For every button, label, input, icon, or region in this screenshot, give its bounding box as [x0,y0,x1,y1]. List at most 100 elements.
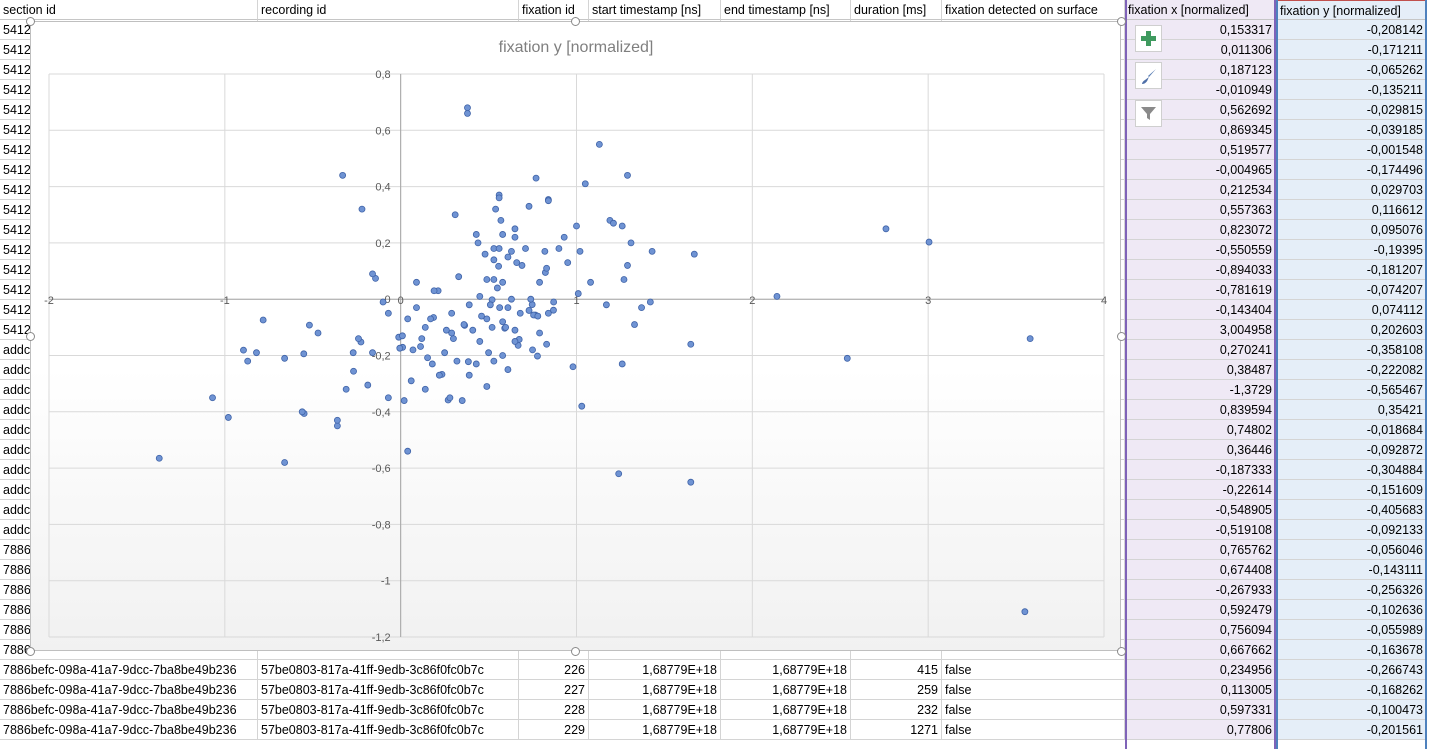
table-cell-g[interactable]: false [942,720,1125,740]
data-point[interactable] [504,304,512,312]
data-point[interactable] [495,262,503,270]
data-point[interactable] [646,298,654,306]
table-cell-y[interactable]: -0,056046 [1276,540,1427,560]
data-point[interactable] [474,239,482,247]
table-cell-a[interactable]: 7886befc-098a-41a7-9dcc-7ba8be49b236 [0,720,258,740]
table-cell-e[interactable]: 1,68779E+18 [721,720,851,740]
table-cell-f[interactable]: 232 [851,700,942,720]
data-point[interactable] [355,335,362,343]
data-point[interactable] [306,321,313,329]
table-cell-x[interactable]: 0,667662 [1125,640,1276,660]
data-point[interactable] [358,205,366,213]
data-point[interactable] [490,357,498,365]
table-cell-y[interactable]: -0,092872 [1276,440,1427,460]
data-point[interactable] [624,262,631,269]
data-point[interactable] [555,245,563,252]
data-point[interactable] [534,312,542,320]
table-cell-y[interactable]: -0,135211 [1276,80,1427,100]
table-cell-a[interactable]: 7886befc-098a-41a7-9dcc-7ba8be49b236 [0,660,258,680]
data-point[interactable] [543,340,551,348]
data-point[interactable] [427,315,434,323]
table-cell-g[interactable]: false [942,660,1125,680]
data-point[interactable] [587,278,594,286]
table-cell-b[interactable]: 57be0803-817a-41ff-9edb-3c86f0fc0b7c [258,720,519,740]
data-point[interactable] [495,245,503,252]
data-point[interactable] [573,222,580,230]
data-point[interactable] [493,284,501,292]
data-point[interactable] [543,264,551,272]
table-cell-y[interactable]: 0,35421 [1276,400,1427,420]
table-cell-y[interactable]: -0,065262 [1276,60,1427,80]
chart-elements-button[interactable] [1135,25,1162,52]
table-cell-x[interactable]: 0,765762 [1125,540,1276,560]
data-point[interactable] [504,253,512,261]
data-point[interactable] [511,338,519,345]
data-point[interactable] [441,349,449,357]
data-point[interactable] [464,104,471,112]
table-cell-y[interactable]: -0,092133 [1276,520,1427,540]
data-point[interactable] [399,332,406,340]
data-point[interactable] [448,309,456,317]
resize-handle-top-left[interactable] [26,17,35,26]
table-cell-y[interactable]: 0,029703 [1276,180,1427,200]
table-cell-f[interactable]: 1271 [851,720,942,740]
data-point[interactable] [522,245,529,252]
table-cell-f[interactable]: 415 [851,660,942,680]
data-point[interactable] [925,238,933,246]
data-point[interactable] [407,377,415,385]
data-point[interactable] [209,394,216,402]
data-point[interactable] [560,233,568,241]
data-point[interactable] [396,344,404,352]
data-point[interactable] [624,171,631,179]
data-point[interactable] [511,233,519,241]
table-cell-y[interactable]: -0,039185 [1276,120,1427,140]
data-point[interactable] [511,326,519,334]
data-point[interactable] [527,295,535,303]
table-cell-g[interactable]: false [942,680,1125,700]
table-cell-d[interactable]: 1,68779E+18 [589,720,721,740]
data-point[interactable] [490,256,498,264]
table-cell-y[interactable]: -0,100473 [1276,700,1427,720]
data-point[interactable] [333,416,341,424]
data-point[interactable] [541,247,549,255]
data-point[interactable] [364,381,372,389]
data-point[interactable] [413,278,420,286]
data-point[interactable] [384,394,392,402]
table-cell-b[interactable]: 57be0803-817a-41ff-9edb-3c86f0fc0b7c [258,680,519,700]
data-point[interactable] [342,385,350,393]
table-cell-d[interactable]: 1,68779E+18 [589,660,721,680]
data-point[interactable] [773,292,781,300]
table-cell-x[interactable]: 0,519577 [1125,140,1276,160]
table-cell-x[interactable]: -0,22614 [1125,480,1276,500]
table-cell-d[interactable]: 1,68779E+18 [589,700,721,720]
data-point[interactable] [511,225,519,233]
data-point[interactable] [638,304,645,312]
resize-handle-right[interactable] [1117,332,1126,341]
resize-handle-bottom-right[interactable] [1117,647,1126,656]
data-point[interactable] [464,110,471,117]
data-point[interactable] [458,397,466,404]
table-cell-y[interactable]: -0,001548 [1276,140,1427,160]
data-point[interactable] [536,278,543,286]
table-cell-y[interactable]: -0,029815 [1276,100,1427,120]
table-cell-y[interactable]: -0,074207 [1276,280,1427,300]
data-point[interactable] [687,478,695,486]
data-point[interactable] [476,292,484,300]
data-point[interactable] [578,402,586,410]
data-point[interactable] [882,225,890,233]
data-point[interactable] [298,408,306,416]
data-point[interactable] [687,340,695,348]
data-point[interactable] [418,335,426,343]
header-detected-on-surface[interactable]: fixation detected on surface [942,0,1125,20]
data-point[interactable] [455,273,463,281]
data-point[interactable] [483,383,491,390]
data-point[interactable] [155,454,163,462]
table-cell-y[interactable]: -0,256326 [1276,580,1427,600]
data-point[interactable] [615,470,623,478]
table-cell-x[interactable]: 0,38487 [1125,360,1276,380]
data-point[interactable] [428,360,436,368]
data-point[interactable] [451,211,459,219]
chart-filters-button[interactable] [1135,100,1162,127]
data-point[interactable] [483,315,491,323]
resize-handle-top[interactable] [571,17,580,26]
